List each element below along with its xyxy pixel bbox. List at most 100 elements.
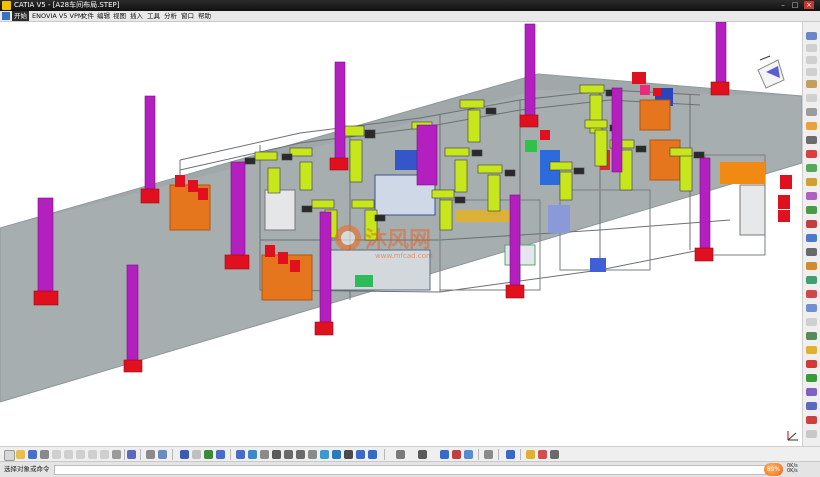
tool-icon[interactable] xyxy=(506,450,515,459)
formula-icon[interactable] xyxy=(146,450,155,459)
right-toolbar xyxy=(802,22,820,446)
swap-space-icon[interactable] xyxy=(368,450,377,459)
tool-icon[interactable] xyxy=(806,234,817,242)
tool-icon[interactable] xyxy=(112,450,121,459)
toolbar-separator xyxy=(172,449,173,460)
tool-icon[interactable] xyxy=(396,450,405,459)
watermark xyxy=(335,225,361,251)
tool-icon[interactable] xyxy=(806,416,817,424)
tool-icon[interactable] xyxy=(806,360,817,368)
window-title: CATIA V5 - [A28车间布局.STEP] xyxy=(14,1,120,9)
tool-icon[interactable] xyxy=(806,32,817,40)
tool-icon[interactable] xyxy=(806,304,817,312)
toolbar-separator xyxy=(384,449,385,460)
watermark-url: www.mfcad.com xyxy=(375,252,433,260)
catia-logo-icon xyxy=(2,1,11,10)
zoom-badge: 89% xyxy=(764,463,783,476)
toolbar-separator xyxy=(140,449,141,460)
print-icon[interactable] xyxy=(40,450,49,459)
tool-icon[interactable] xyxy=(452,450,461,459)
hide-show-icon[interactable] xyxy=(356,450,365,459)
menu-bar: 开始 ENOVIA V5 VPM 文件 编辑 视图 插入 工具 分析 窗口 帮助 xyxy=(0,11,820,22)
comment-icon[interactable] xyxy=(158,450,167,459)
copy-icon[interactable] xyxy=(64,450,73,459)
menu-view[interactable]: 视图 xyxy=(113,11,126,21)
tool-icon[interactable] xyxy=(216,450,225,459)
menu-edit[interactable]: 编辑 xyxy=(97,11,110,21)
menu-insert[interactable]: 插入 xyxy=(130,11,143,21)
tool-icon[interactable] xyxy=(806,164,817,172)
close-button[interactable]: × xyxy=(804,1,814,9)
compass-icon[interactable] xyxy=(757,55,785,89)
tool-icon[interactable] xyxy=(418,450,427,459)
tool-icon[interactable] xyxy=(806,276,817,284)
open-folder-icon[interactable] xyxy=(16,450,25,459)
toolbar-separator xyxy=(230,449,231,460)
app-icon[interactable] xyxy=(2,12,10,20)
menu-tools[interactable]: 工具 xyxy=(147,11,160,21)
minimize-button[interactable]: – xyxy=(778,1,788,9)
menu-window[interactable]: 窗口 xyxy=(181,11,194,21)
undo-icon[interactable] xyxy=(88,450,97,459)
redo-icon[interactable] xyxy=(100,450,109,459)
tool-icon[interactable] xyxy=(806,374,817,382)
view-icon[interactable] xyxy=(320,450,329,459)
tool-icon[interactable] xyxy=(806,318,817,326)
3d-viewport[interactable]: 沐风网 www.mfcad.com xyxy=(0,22,802,446)
status-bar: 选择对象或命令 89% 0K/s 0K/s xyxy=(0,461,820,477)
tool-icon[interactable] xyxy=(204,450,213,459)
help-icon[interactable] xyxy=(127,450,136,459)
tool-icon[interactable] xyxy=(538,450,547,459)
tool-icon[interactable] xyxy=(806,220,817,228)
normal-view-icon[interactable] xyxy=(308,450,317,459)
tool-icon[interactable] xyxy=(806,150,817,158)
tool-icon[interactable] xyxy=(806,80,817,88)
command-input[interactable] xyxy=(54,465,766,475)
tool-icon[interactable] xyxy=(806,262,817,270)
tool-icon[interactable] xyxy=(806,122,817,130)
tool-icon[interactable] xyxy=(806,248,817,256)
pan-icon[interactable] xyxy=(260,450,269,459)
render-icon[interactable] xyxy=(344,450,353,459)
tool-icon[interactable] xyxy=(440,450,449,459)
tool-icon[interactable] xyxy=(806,402,817,410)
tool-icon[interactable] xyxy=(806,44,817,52)
save-icon[interactable] xyxy=(28,450,37,459)
menu-start[interactable]: 开始 xyxy=(12,11,29,21)
zoom-out-icon[interactable] xyxy=(296,450,305,459)
tool-icon[interactable] xyxy=(806,332,817,340)
fit-all-icon[interactable] xyxy=(248,450,257,459)
toolbar-separator xyxy=(498,449,499,460)
tool-icon[interactable] xyxy=(192,450,201,459)
new-file-icon[interactable] xyxy=(4,450,15,461)
status-prompt: 选择对象或命令 xyxy=(4,465,50,473)
tool-icon[interactable] xyxy=(806,68,817,76)
tool-icon[interactable] xyxy=(806,94,817,102)
tool-icon[interactable] xyxy=(550,450,559,459)
tool-icon[interactable] xyxy=(806,206,817,214)
paste-icon[interactable] xyxy=(76,450,85,459)
tool-icon[interactable] xyxy=(806,56,817,64)
tool-icon[interactable] xyxy=(526,450,535,459)
cut-icon[interactable] xyxy=(52,450,61,459)
fly-mode-icon[interactable] xyxy=(236,450,245,459)
tool-icon[interactable] xyxy=(806,136,817,144)
menu-enovia[interactable]: ENOVIA V5 VPM xyxy=(32,11,83,21)
view-icon[interactable] xyxy=(332,450,341,459)
tool-icon[interactable] xyxy=(806,388,817,396)
tool-icon[interactable] xyxy=(806,192,817,200)
maximize-button[interactable]: □ xyxy=(790,1,800,9)
tool-icon[interactable] xyxy=(806,346,817,354)
tool-icon[interactable] xyxy=(806,290,817,298)
tool-icon[interactable] xyxy=(484,450,493,459)
menu-help[interactable]: 帮助 xyxy=(198,11,211,21)
zoom-in-icon[interactable] xyxy=(284,450,293,459)
menu-file[interactable]: 文件 xyxy=(81,11,94,21)
tool-icon[interactable] xyxy=(806,430,817,438)
tool-icon[interactable] xyxy=(180,450,189,459)
menu-analysis[interactable]: 分析 xyxy=(164,11,177,21)
tool-icon[interactable] xyxy=(806,108,817,116)
tool-icon[interactable] xyxy=(464,450,473,459)
tool-icon[interactable] xyxy=(806,178,817,186)
rotate-icon[interactable] xyxy=(272,450,281,459)
